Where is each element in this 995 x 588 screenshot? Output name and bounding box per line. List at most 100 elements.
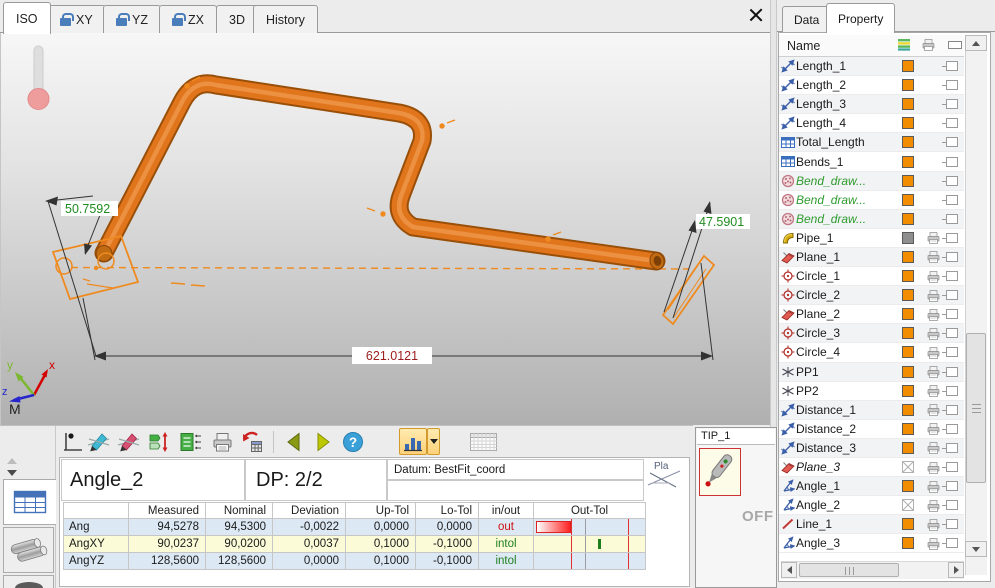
color-swatch[interactable] [902, 175, 914, 187]
scroll-tabs-up-icon[interactable] [7, 458, 17, 464]
viewport-3d[interactable]: 50.7592 47.5901 621.0121 x y z M [0, 33, 770, 425]
report-checkbox[interactable] [946, 195, 958, 205]
report-checkbox[interactable] [946, 214, 958, 224]
plane-chip[interactable]: Pla [646, 461, 690, 495]
edit-nominal-pencil-icon[interactable] [116, 429, 142, 455]
tree-row[interactable]: Bends_1 [779, 152, 964, 171]
color-swatch[interactable] [902, 251, 914, 263]
report-checkbox[interactable] [946, 519, 958, 529]
color-swatch[interactable] [902, 404, 914, 416]
plot-axis-icon[interactable] [59, 429, 85, 455]
tree-row[interactable]: Angle_1 [779, 477, 964, 496]
next-feature-icon[interactable] [310, 429, 336, 455]
tab-tube-view[interactable] [3, 527, 54, 573]
tree-row[interactable]: Plane_2 [779, 305, 964, 324]
print-column-icon[interactable] [921, 38, 936, 54]
tree-row[interactable]: Length_2 [779, 76, 964, 95]
column-header[interactable]: Up-Tol [346, 502, 416, 519]
color-swatch[interactable] [902, 499, 914, 511]
report-checkbox[interactable] [946, 271, 958, 281]
tree-row[interactable]: Plane_1 [779, 248, 964, 267]
frame-column-icon[interactable] [948, 39, 962, 53]
color-swatch[interactable] [902, 518, 914, 530]
sort-features-icon[interactable] [146, 429, 172, 455]
tree-row[interactable]: Bend_draw... [779, 172, 964, 191]
report-checkbox[interactable] [946, 367, 958, 377]
report-checkbox[interactable] [946, 80, 958, 90]
histogram-dropdown[interactable] [427, 428, 440, 455]
close-icon[interactable] [748, 7, 764, 23]
color-swatch[interactable] [902, 270, 914, 282]
tree-row[interactable]: Bend_draw... [779, 210, 964, 229]
column-header[interactable]: Measured [129, 502, 206, 519]
color-swatch[interactable] [902, 366, 914, 378]
tree-row[interactable]: Circle_2 [779, 286, 964, 305]
report-checkbox[interactable] [946, 61, 958, 71]
tab-xy[interactable]: XY [47, 5, 106, 33]
tree-row[interactable]: Distance_2 [779, 420, 964, 439]
report-checkbox[interactable] [946, 176, 958, 186]
tab-yz[interactable]: YZ [103, 5, 161, 33]
tree-row[interactable]: Circle_4 [779, 343, 964, 362]
layer-colors-icon[interactable] [897, 38, 911, 54]
tree-row[interactable]: Line_1 [779, 515, 964, 534]
print-icon[interactable] [209, 429, 235, 455]
column-header[interactable]: Deviation [273, 502, 346, 519]
color-swatch[interactable] [902, 537, 914, 549]
report-checkbox[interactable] [946, 137, 958, 147]
color-swatch[interactable] [902, 79, 914, 91]
column-header[interactable]: Nominal [206, 502, 273, 519]
tab-3d[interactable]: 3D [216, 5, 258, 33]
report-checkbox[interactable] [946, 252, 958, 262]
report-checkbox[interactable] [946, 290, 958, 300]
tree-row[interactable]: Angle_2 [779, 496, 964, 515]
color-swatch[interactable] [902, 442, 914, 454]
color-swatch[interactable] [902, 213, 914, 225]
tab-property[interactable]: Property [826, 3, 895, 33]
report-checkbox[interactable] [946, 99, 958, 109]
tree-row[interactable]: Distance_1 [779, 401, 964, 420]
color-swatch[interactable] [902, 60, 914, 72]
report-checkbox[interactable] [946, 500, 958, 510]
color-swatch[interactable] [902, 385, 914, 397]
report-checkbox[interactable] [946, 405, 958, 415]
tree-row[interactable]: Bend_draw... [779, 191, 964, 210]
color-swatch[interactable] [902, 461, 914, 473]
tree-vscrollbar[interactable] [965, 35, 987, 575]
tree-row[interactable]: Pipe_1 [779, 229, 964, 248]
tree-row[interactable]: Circle_1 [779, 267, 964, 286]
report-checkbox[interactable] [946, 386, 958, 396]
report-checkbox[interactable] [946, 233, 958, 243]
color-swatch[interactable] [902, 346, 914, 358]
report-checkbox[interactable] [946, 328, 958, 338]
color-swatch[interactable] [902, 194, 914, 206]
tube[interactable] [96, 84, 666, 271]
color-swatch[interactable] [902, 289, 914, 301]
scroll-right-button[interactable] [948, 562, 964, 578]
tree-row[interactable]: Length_3 [779, 95, 964, 114]
hscroll-thumb[interactable] [799, 563, 899, 577]
report-checkbox[interactable] [946, 424, 958, 434]
color-swatch[interactable] [902, 308, 914, 320]
report-checkbox[interactable] [946, 309, 958, 319]
report-checkbox[interactable] [946, 157, 958, 167]
color-swatch[interactable] [902, 423, 914, 435]
color-swatch[interactable] [902, 98, 914, 110]
color-swatch[interactable] [902, 117, 914, 129]
color-swatch[interactable] [902, 480, 914, 492]
tab-result-table[interactable] [3, 479, 56, 525]
feature-list-icon[interactable] [177, 429, 203, 455]
tree-row[interactable]: Total_Length [779, 133, 964, 152]
tree-row[interactable]: Length_1 [779, 57, 964, 76]
tree-row[interactable]: PP2 [779, 382, 964, 401]
tab-report-view[interactable] [3, 575, 54, 588]
tree-row[interactable]: Length_4 [779, 114, 964, 133]
help-icon[interactable]: ? [340, 429, 366, 455]
tree-row[interactable]: Plane_3 [779, 458, 964, 477]
result-row[interactable]: Ang94,527894,5300-0,00220,00000,0000out [63, 519, 646, 536]
recalculate-icon[interactable] [239, 429, 265, 455]
color-swatch[interactable] [902, 156, 914, 168]
scroll-tabs-down-icon[interactable] [7, 470, 17, 476]
name-column-header[interactable]: Name [787, 39, 897, 53]
scroll-left-button[interactable] [781, 562, 797, 578]
